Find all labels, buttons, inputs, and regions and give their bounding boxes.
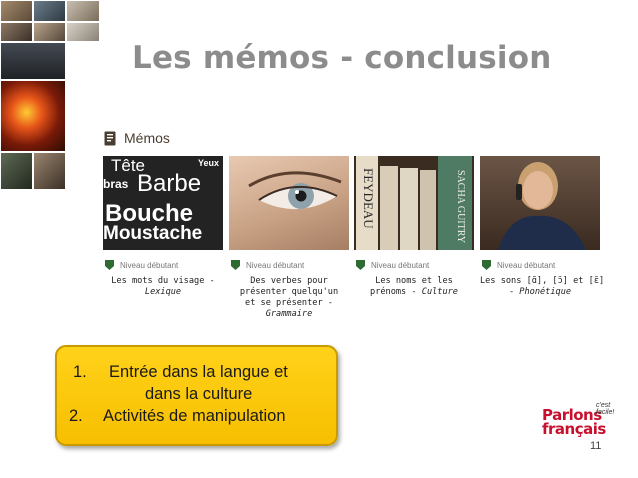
memos-label: Mémos: [124, 130, 170, 146]
thumb-word: bras: [103, 177, 129, 191]
collage-photo: [66, 22, 100, 42]
conclusion-list: 1. Entrée dans la langue et dans la cult…: [57, 361, 336, 427]
eye-image: [248, 171, 342, 210]
level-badge-icon: [105, 260, 114, 270]
list-text: Entrée dans la langue et: [109, 363, 288, 381]
photo-collage: [0, 0, 100, 190]
list-number: 1.: [73, 363, 87, 381]
book-spine: [380, 166, 398, 250]
level-badge-icon: [356, 260, 365, 270]
card-title-line: prénoms -: [370, 287, 422, 297]
collage-photo: [33, 0, 66, 22]
level-label: Niveau débutant: [246, 260, 305, 270]
card-category: Grammaire: [265, 309, 313, 319]
card-title-line: Les mots du visage -: [111, 276, 215, 286]
card-category: Culture: [421, 287, 458, 297]
logo-text: français: [542, 420, 606, 438]
level-label: Niveau débutant: [497, 260, 556, 270]
memo-card-culture[interactable]: FEYDEAU SACHA GUITRY Niveau débutant Les…: [354, 156, 474, 298]
memo-card-title[interactable]: Les sons [ɑ̃], [ɔ̃] et [ɛ̃] - Phonétique: [480, 276, 605, 298]
level-row: Niveau débutant: [229, 260, 349, 270]
memo-card-title[interactable]: Des verbes pour présenter quelqu'un et s…: [229, 276, 349, 320]
card-title-line: et se présenter -: [245, 298, 333, 308]
memo-card-lexique[interactable]: Tête Yeux bras Barbe Bouche Moustache Ni…: [103, 156, 223, 298]
collage-photo: [0, 80, 66, 152]
memo-card-phonetique[interactable]: Niveau débutant Les sons [ɑ̃], [ɔ̃] et […: [480, 156, 605, 298]
memo-card-title[interactable]: Les mots du visage - Lexique: [103, 276, 223, 298]
book-spine: [400, 168, 418, 250]
woman-on-phone-image: [498, 162, 586, 250]
level-label: Niveau débutant: [371, 260, 430, 270]
card-category: Phonétique: [519, 287, 572, 297]
card-category: Lexique: [144, 287, 182, 297]
memos-panel: Mémos Tête Yeux bras Barbe Bouche Mousta…: [88, 122, 608, 342]
collage-photo: [0, 0, 33, 22]
list-item: 2. Activités de manipulation: [57, 405, 336, 427]
collage-photo: [33, 152, 66, 190]
memo-thumbnail[interactable]: [480, 156, 600, 250]
memo-thumbnail[interactable]: Tête Yeux bras Barbe Bouche Moustache: [103, 156, 223, 250]
slide-title: Les mémos - conclusion: [132, 40, 552, 76]
collage-photo: [0, 152, 33, 190]
memos-header: Mémos: [104, 128, 170, 148]
level-label: Niveau débutant: [120, 260, 179, 270]
memo-icon: [104, 131, 116, 145]
thumb-word: Barbe: [137, 170, 202, 197]
book-spine: [420, 170, 436, 250]
conclusion-callout: 1. Entrée dans la langue et dans la cult…: [55, 345, 338, 446]
level-row: Niveau débutant: [480, 260, 600, 270]
card-title-line: -: [508, 287, 520, 297]
card-title-line: Les noms et les: [375, 276, 453, 286]
list-number: 2.: [69, 407, 83, 425]
book-title: FEYDEAU: [361, 168, 376, 229]
list-text-continued: dans la culture: [145, 385, 253, 403]
memo-card-title[interactable]: Les noms et les prénoms - Culture: [354, 276, 474, 298]
level-badge-icon: [231, 260, 240, 270]
memo-thumbnail[interactable]: FEYDEAU SACHA GUITRY: [354, 156, 474, 250]
list-item: 1. Entrée dans la langue et dans la cult…: [57, 361, 336, 405]
level-row: Niveau débutant: [103, 260, 223, 270]
thumb-word: Yeux: [197, 158, 219, 168]
collage-photo: [0, 22, 33, 42]
collage-photo: [33, 22, 66, 42]
thumb-word: Moustache: [103, 223, 203, 244]
memo-thumbnail[interactable]: [229, 156, 349, 250]
book-title: SACHA GUITRY: [455, 170, 466, 244]
logo-tagline: c'est facile!: [596, 402, 615, 416]
collage-photo: [0, 42, 66, 80]
card-title-line: Les sons [ɑ̃], [ɔ̃] et [ɛ̃]: [480, 276, 605, 286]
card-title-line: présenter quelqu'un: [239, 287, 339, 297]
parlons-francais-logo: Parlons c'est facile! français: [540, 402, 630, 438]
collage-photo: [66, 0, 100, 22]
list-text: Activités de manipulation: [103, 407, 286, 425]
memo-card-grammaire[interactable]: Niveau débutant Des verbes pour présente…: [229, 156, 349, 320]
page-number: 11: [590, 440, 602, 452]
card-title-line: Des verbes pour: [250, 276, 328, 286]
level-badge-icon: [482, 260, 491, 270]
level-row: Niveau débutant: [354, 260, 474, 270]
